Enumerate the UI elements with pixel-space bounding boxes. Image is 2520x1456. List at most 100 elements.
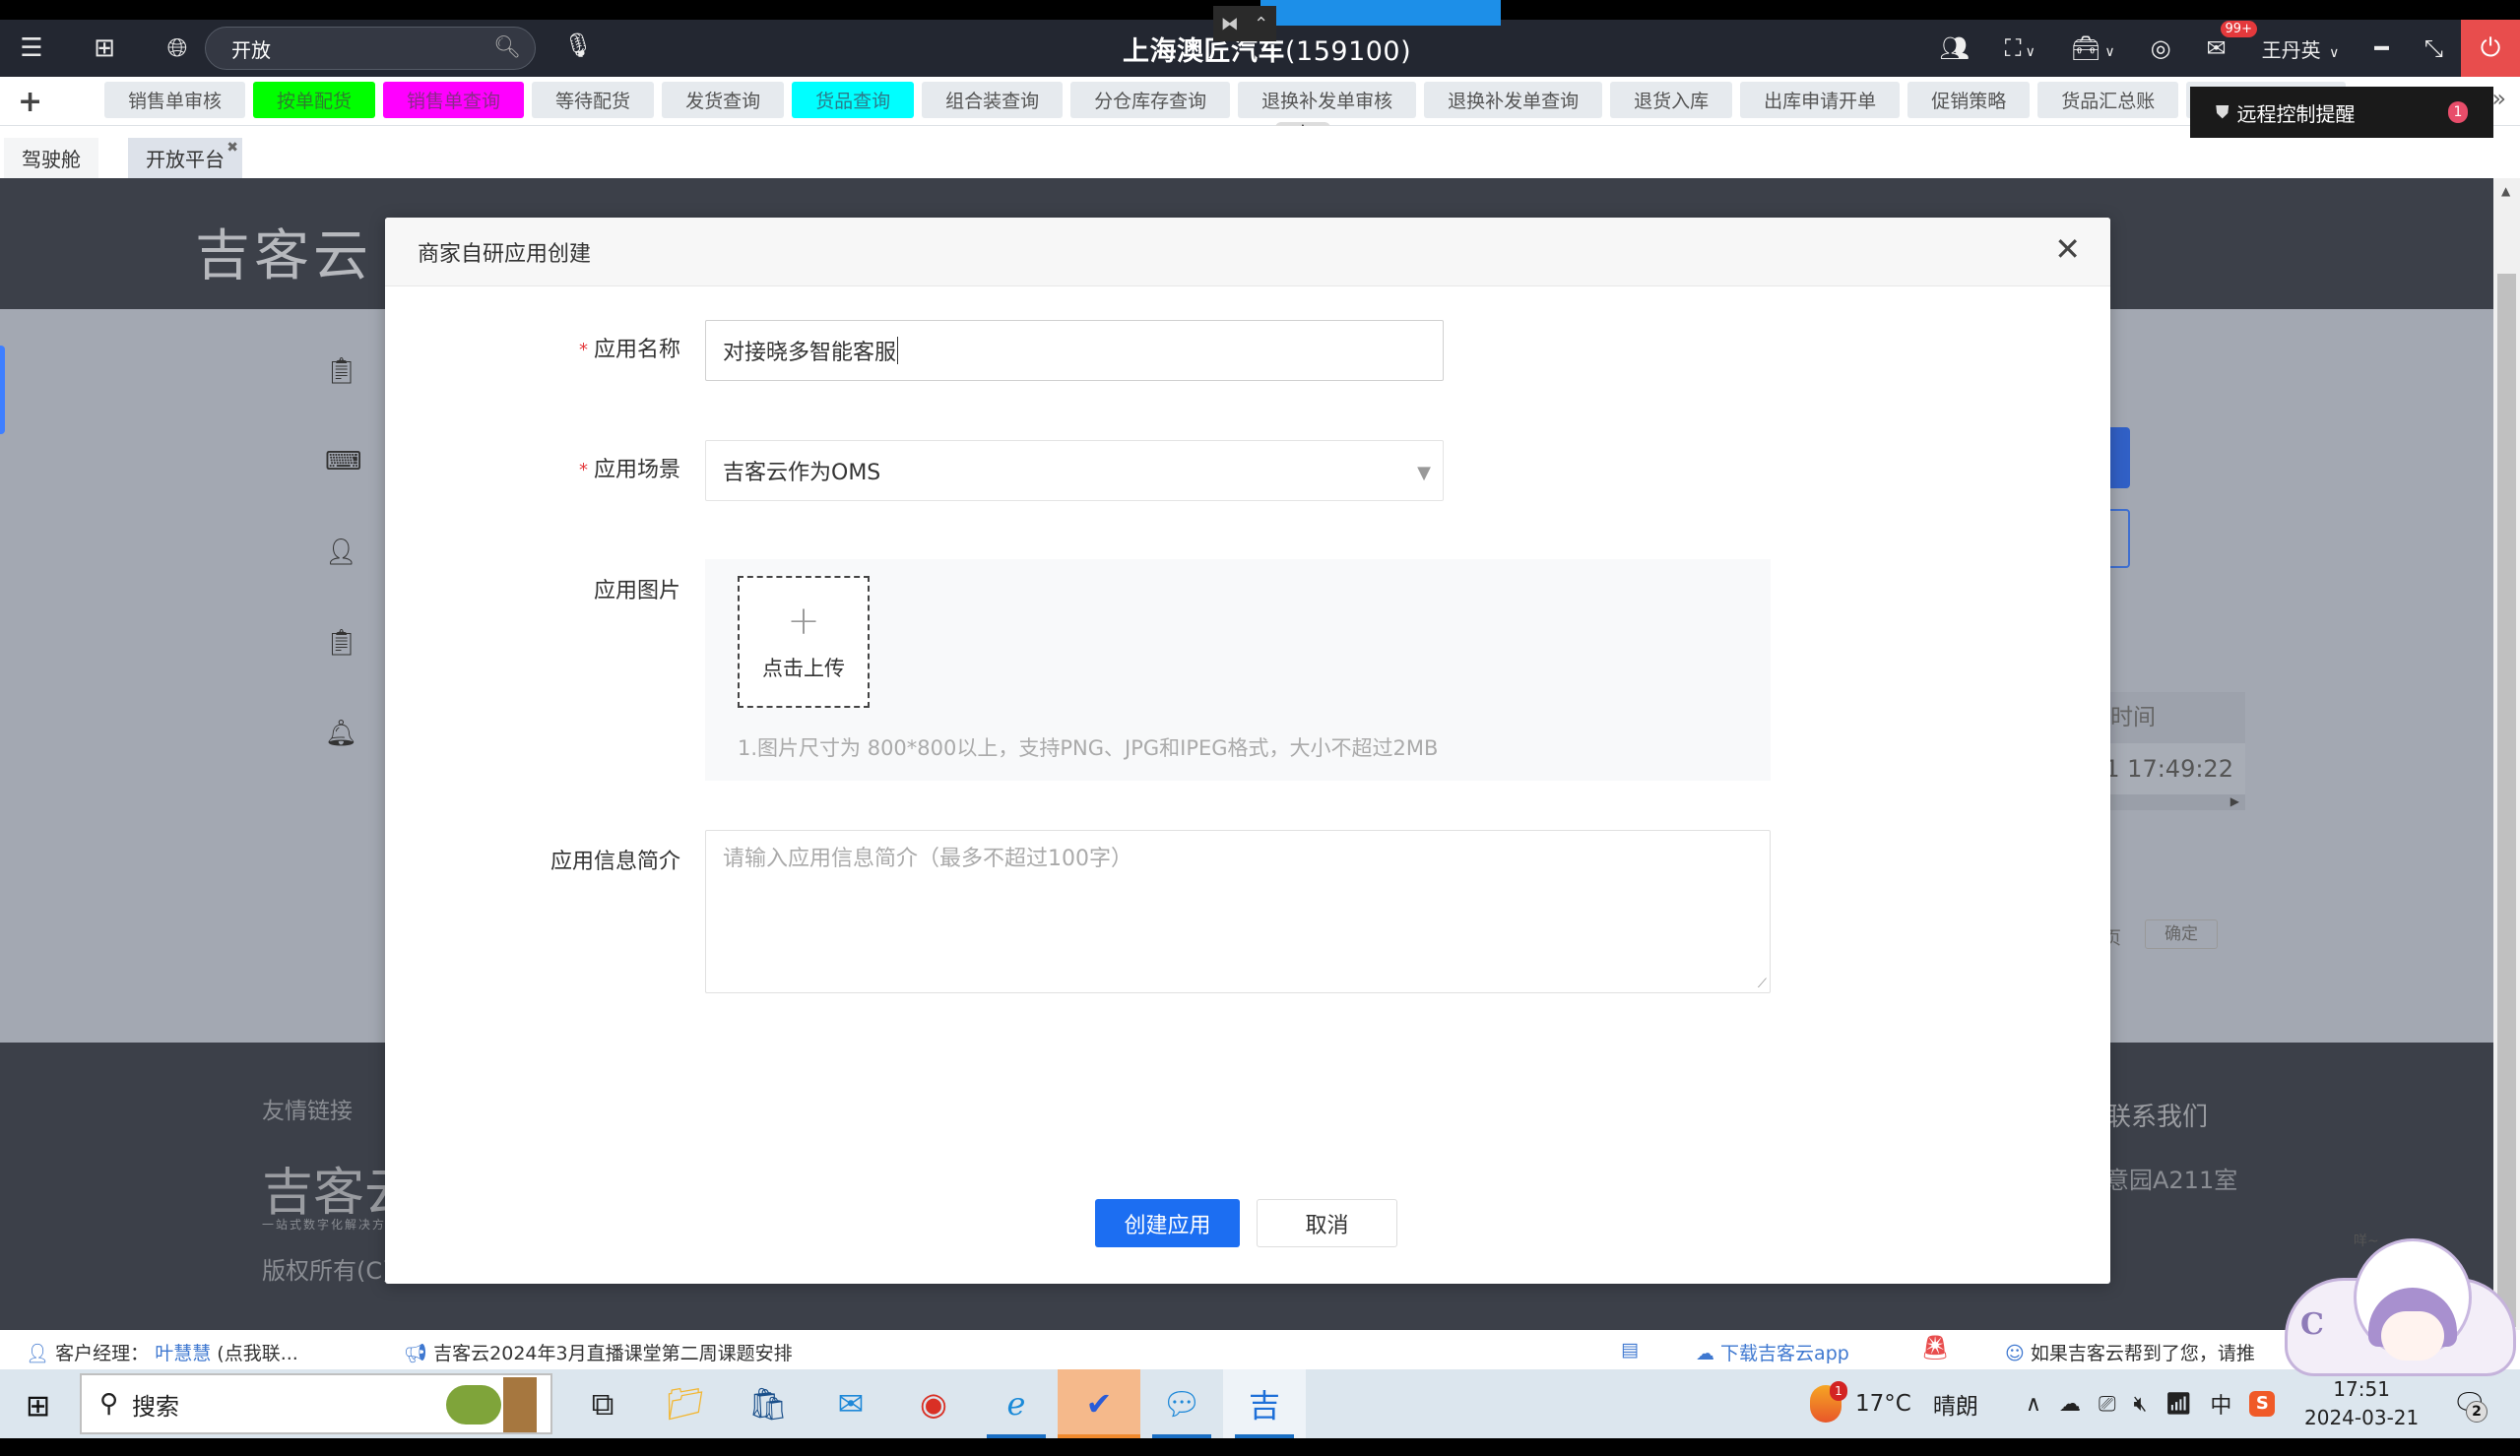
page-menu-item[interactable]: ⌨︎ bbox=[325, 416, 362, 507]
tab-cockpit[interactable]: 驾驶舱 bbox=[4, 138, 98, 178]
quick-menu-item[interactable]: 组合装查询 bbox=[922, 82, 1064, 118]
weather-desc[interactable]: 晴朗 bbox=[1933, 1387, 1978, 1421]
side-float-tab[interactable] bbox=[0, 346, 5, 434]
contacts-icon[interactable]: 👥︎ bbox=[1939, 34, 1969, 62]
quick-menu-item[interactable]: 促销策略 bbox=[1907, 82, 2031, 118]
page-menu-item[interactable]: 🔔︎ bbox=[325, 688, 362, 779]
mascot-widget[interactable]: C 咩~ bbox=[2275, 1229, 2520, 1376]
quick-menu-item[interactable]: 销售单查询 bbox=[383, 82, 525, 118]
file-explorer-icon[interactable]: 📁︎ bbox=[644, 1369, 727, 1438]
quick-menu-items: 销售单审核 按单配货 销售单查询 等待配货 发货查询 货品查询 组合装查询 分仓库存查询 退换补… bbox=[104, 82, 2347, 118]
account-manager[interactable]: 👤︎ 客户经理： 叶慧慧 (点我联... bbox=[26, 1339, 298, 1365]
add-quick-menu-icon[interactable]: + bbox=[18, 85, 42, 119]
notes-icon[interactable]: ▤ bbox=[1621, 1339, 1639, 1361]
windows-start-icon[interactable]: ⊞ bbox=[26, 1389, 50, 1424]
ms-store-icon[interactable]: 🛍︎ bbox=[727, 1369, 809, 1438]
quick-menu-item[interactable]: 货品查询 bbox=[792, 82, 915, 118]
onedrive-icon[interactable]: ☁︎ bbox=[2059, 1392, 2081, 1417]
app-name-label: * 应用名称 bbox=[385, 320, 705, 381]
ime-indicator[interactable]: 中 bbox=[2210, 1388, 2231, 1420]
taskbar-search[interactable]: ⚲ 搜索 bbox=[80, 1373, 552, 1434]
minimize-icon[interactable]: ━ bbox=[2374, 34, 2388, 62]
quick-menu-item[interactable]: 分仓库存查询 bbox=[1070, 82, 1231, 118]
remote-desktop-tray-icon[interactable]: ⎚ bbox=[2099, 1392, 2116, 1417]
pager-confirm-button[interactable]: 确定 bbox=[2145, 919, 2218, 949]
create-app-button[interactable]: 创建应用 bbox=[1095, 1199, 1240, 1247]
mail-icon[interactable]: ✉︎ bbox=[809, 1369, 892, 1438]
modal-header: 商家自研应用创建 bbox=[385, 218, 2110, 286]
global-search-input[interactable]: 开放 🔍︎ bbox=[205, 27, 536, 70]
quick-menu-item[interactable]: 退换补发单审核 bbox=[1238, 82, 1417, 118]
quick-menu-item[interactable]: 货品汇总账 bbox=[2037, 82, 2179, 118]
image-upload-area: + 点击上传 1.图片尺寸为 800*800以上，支持PNG、JPG和IPEG格… bbox=[705, 559, 1771, 781]
quick-menu-item[interactable]: 退换补发单查询 bbox=[1424, 82, 1603, 118]
weather-temp[interactable]: 17°C bbox=[1855, 1391, 1911, 1417]
app-name-input[interactable]: 对接晓多智能客服 bbox=[705, 320, 1444, 381]
page-scrollbar[interactable]: ▲ bbox=[2493, 178, 2520, 1330]
microphone-icon[interactable]: 🎙︎ bbox=[563, 32, 593, 59]
support-icon[interactable]: ◎ bbox=[2151, 34, 2171, 62]
quick-menu-item[interactable]: 等待配货 bbox=[532, 82, 655, 118]
weather-icon[interactable]: 1 bbox=[1810, 1381, 1847, 1423]
taskbar-clock[interactable]: 17:51 2024-03-21 bbox=[2304, 1375, 2419, 1432]
quick-menu-more-icon[interactable]: » bbox=[2491, 85, 2506, 112]
notification-count: 2 bbox=[2466, 1401, 2488, 1423]
app-scene-value: 吉客云作为OMS bbox=[723, 461, 881, 485]
remote-session-bar[interactable] bbox=[1260, 0, 1501, 26]
apps-grid-icon[interactable]: ⊞ bbox=[83, 33, 126, 63]
volume-muted-icon[interactable]: 🔇︎ bbox=[2134, 1392, 2148, 1417]
page-menu-item[interactable]: 📋︎ bbox=[325, 326, 362, 416]
page-menu-item[interactable]: 👤︎ bbox=[325, 507, 362, 598]
menu-list-icon[interactable]: ☰ bbox=[10, 33, 53, 63]
remote-mini-controls[interactable]: ⧓ ⌃ bbox=[1213, 6, 1276, 41]
remote-collapse-icon[interactable]: ⌃ bbox=[1254, 14, 1268, 34]
app-scene-select[interactable]: 吉客云作为OMS ▼ bbox=[705, 440, 1444, 501]
remote-play-icon[interactable]: ⧓ bbox=[1221, 14, 1239, 34]
chat-app-icon[interactable]: 💬︎ bbox=[1140, 1369, 1223, 1438]
alarm-icon[interactable]: 🚨︎ bbox=[1920, 1334, 1950, 1361]
scroll-up-icon[interactable]: ▲ bbox=[2501, 184, 2510, 198]
announcement[interactable]: 📢︎ 吉客云2024年3月直播课堂第二周课题安排 bbox=[404, 1339, 793, 1365]
sogou-input-icon[interactable]: S bbox=[2249, 1391, 2276, 1417]
jikeyun-app-icon[interactable]: 吉 bbox=[1223, 1369, 1306, 1438]
manager-name[interactable]: 叶慧慧 bbox=[155, 1343, 211, 1364]
footer-address: 意园A211室 bbox=[2105, 1167, 2238, 1194]
power-button[interactable]: ⏻ bbox=[2461, 20, 2520, 77]
user-menu[interactable]: 王丹英 ∨ bbox=[2262, 34, 2340, 63]
app-image-label: 应用图片 bbox=[593, 579, 680, 603]
toolbox-dropdown[interactable]: 🧰︎ ∨ bbox=[2071, 34, 2115, 62]
page-tabs: 驾驶舱 开放平台 ✖ bbox=[0, 126, 2520, 178]
quick-menu-item[interactable]: 出库申请开单 bbox=[1740, 82, 1901, 118]
scrollbar-thumb[interactable] bbox=[2497, 274, 2516, 1327]
download-app-link[interactable]: ☁︎ 下载吉客云app bbox=[1696, 1339, 1849, 1365]
quick-menu-item[interactable]: 按单配货 bbox=[253, 82, 376, 118]
quick-menu-item[interactable]: 销售单审核 bbox=[104, 82, 246, 118]
tab-open-platform[interactable]: 开放平台 ✖ bbox=[128, 138, 242, 178]
tray-expand-icon[interactable]: ∧ bbox=[2026, 1392, 2041, 1417]
edge-icon[interactable]: ℯ bbox=[975, 1369, 1058, 1438]
quick-menu-item[interactable]: 发货查询 bbox=[662, 82, 785, 118]
upload-button[interactable]: + 点击上传 bbox=[738, 576, 870, 708]
feishu-icon[interactable]: ✔︎ bbox=[1058, 1369, 1140, 1438]
restore-icon[interactable]: ⤡ bbox=[2424, 34, 2443, 62]
feedback-text[interactable]: ☺ 如果吉客云帮到了您，请推 bbox=[2005, 1339, 2255, 1365]
cancel-button[interactable]: 取消 bbox=[1257, 1199, 1397, 1247]
form-row-app-image: 应用图片 + 点击上传 1.图片尺寸为 800*800以上，支持PNG、JPG和… bbox=[385, 559, 1771, 781]
task-view-icon[interactable]: ⧉ bbox=[561, 1369, 644, 1438]
search-icon[interactable]: 🔍︎ bbox=[493, 35, 521, 60]
notification-center-icon[interactable]: 🗨︎2 bbox=[2452, 1387, 2488, 1423]
app-intro-label: 应用信息简介 bbox=[549, 850, 680, 874]
chrome-icon[interactable]: ◉ bbox=[892, 1369, 975, 1438]
app-intro-textarea[interactable]: 请输入应用信息简介（最多不超过100字） ⟋ bbox=[705, 830, 1771, 993]
resize-handle-icon[interactable]: ⟋ bbox=[1758, 977, 1767, 991]
remote-control-toast[interactable]: ⛊ 远程控制提醒 1 bbox=[2190, 87, 2493, 138]
globe-icon[interactable]: 🌐︎ bbox=[156, 33, 199, 64]
org-structure-dropdown[interactable]: ⛶ ∨ bbox=[2005, 34, 2035, 62]
quick-menu-item[interactable]: 退货入库 bbox=[1610, 82, 1733, 118]
tab-label: 开放平台 bbox=[146, 148, 225, 171]
close-icon[interactable]: ✕ bbox=[2054, 233, 2081, 265]
messages-button[interactable]: ✉︎ 99+ bbox=[2207, 21, 2257, 62]
page-menu-item[interactable]: 📋︎ bbox=[325, 598, 362, 688]
close-tab-icon[interactable]: ✖ bbox=[226, 140, 238, 156]
wifi-icon[interactable]: 📶︎ bbox=[2165, 1392, 2192, 1417]
